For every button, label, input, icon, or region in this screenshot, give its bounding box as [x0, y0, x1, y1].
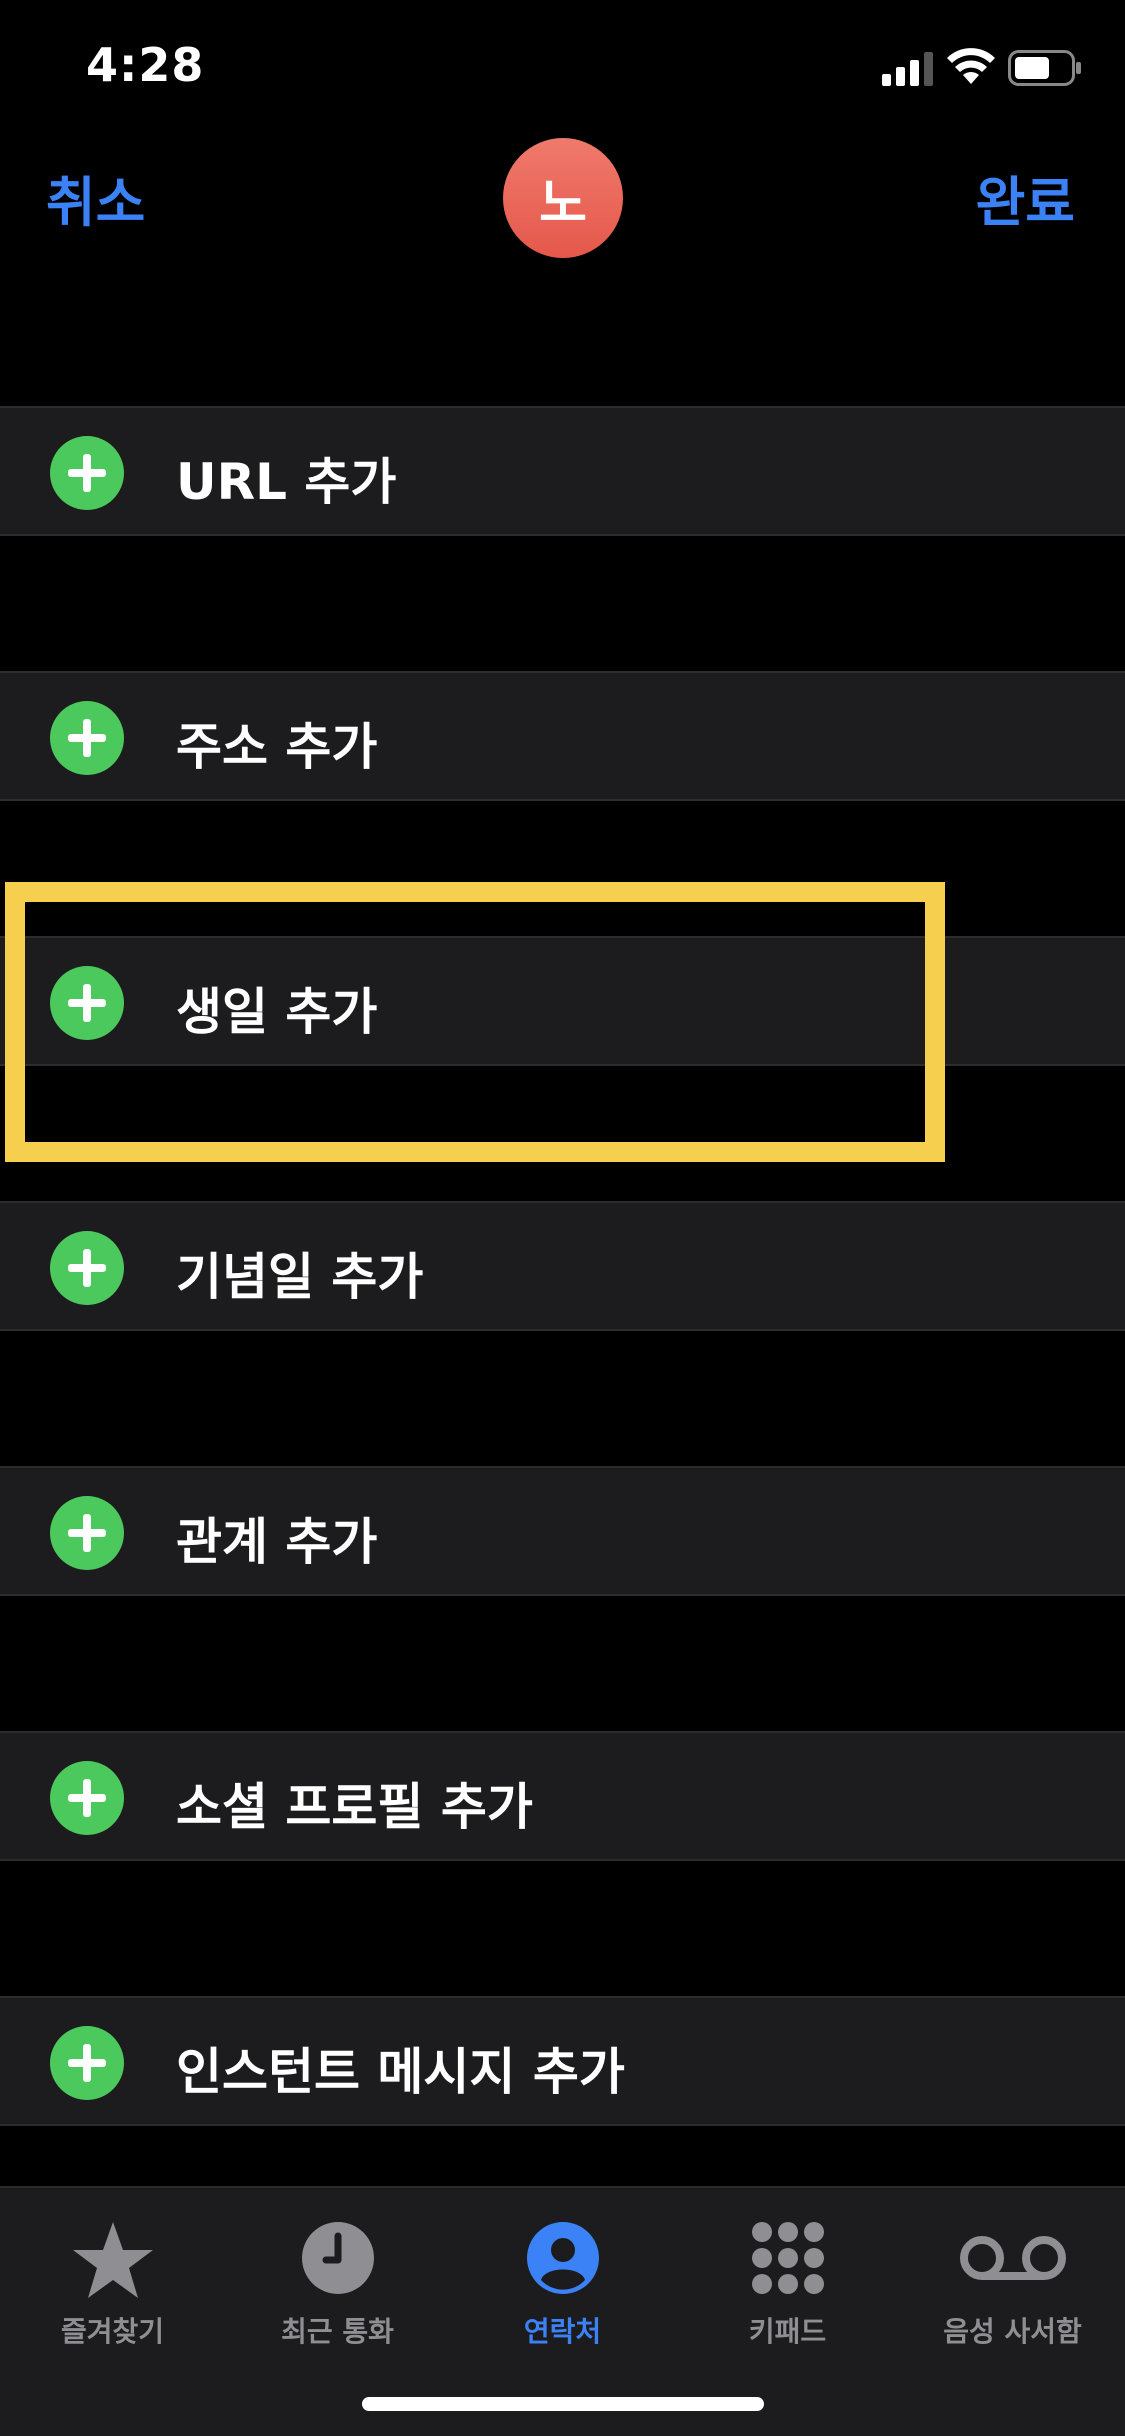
- voicemail-icon: [959, 2236, 1066, 2280]
- row-label: 소셜 프로필 추가: [176, 1778, 533, 1836]
- nav-bar: 취소 노 완료: [0, 132, 1125, 272]
- add-anniversary-row[interactable]: 기념일 추가: [0, 1201, 1125, 1331]
- keypad-icon: [751, 2222, 824, 2294]
- tab-keypad[interactable]: 키패드: [675, 2204, 900, 2348]
- status-time: 4:28: [86, 38, 205, 92]
- row-label: 인스턴트 메시지 추가: [176, 2043, 625, 2101]
- tab-favorites[interactable]: 즐겨찾기: [0, 2204, 225, 2348]
- tab-recents[interactable]: 최근 통화: [225, 2204, 450, 2348]
- avatar[interactable]: 노: [503, 138, 623, 258]
- plus-circle-icon[interactable]: [50, 436, 124, 510]
- tab-voicemail[interactable]: 음성 사서함: [900, 2204, 1125, 2348]
- add-birthday-row[interactable]: 생일 추가: [0, 936, 1125, 1066]
- cancel-button[interactable]: 취소: [46, 158, 145, 237]
- add-url-row[interactable]: URL 추가: [0, 406, 1125, 536]
- add-relationship-row[interactable]: 관계 추가: [0, 1466, 1125, 1596]
- tab-bar: 즐겨찾기 최근 통화 연락처 키패드 음성 사서함: [0, 2186, 1125, 2436]
- row-label: 관계 추가: [176, 1513, 378, 1571]
- tab-label: 키패드: [748, 2315, 827, 2348]
- tab-label: 연락처: [523, 2315, 602, 2348]
- tab-label: 최근 통화: [281, 2315, 394, 2348]
- add-instant-message-row[interactable]: 인스턴트 메시지 추가: [0, 1996, 1125, 2126]
- wifi-icon: [947, 48, 995, 84]
- cellular-signal-icon: [882, 52, 933, 86]
- row-label: 주소 추가: [176, 718, 378, 776]
- plus-circle-icon[interactable]: [50, 1761, 124, 1835]
- star-icon: [72, 2222, 153, 2298]
- tab-label: 음성 사서함: [943, 2315, 1082, 2348]
- home-indicator[interactable]: [362, 2397, 764, 2411]
- person-circle-icon: [526, 2222, 599, 2294]
- plus-circle-icon[interactable]: [50, 2026, 124, 2100]
- plus-circle-icon[interactable]: [50, 966, 124, 1040]
- plus-circle-icon[interactable]: [50, 1496, 124, 1570]
- row-label: 생일 추가: [176, 983, 378, 1041]
- done-button[interactable]: 완료: [976, 158, 1075, 237]
- row-label: 기념일 추가: [176, 1248, 424, 1306]
- plus-circle-icon[interactable]: [50, 701, 124, 775]
- row-label: URL 추가: [176, 453, 397, 511]
- plus-circle-icon[interactable]: [50, 1231, 124, 1305]
- status-bar: 4:28: [0, 0, 1125, 132]
- clock-icon: [301, 2222, 374, 2294]
- battery-icon: [1008, 50, 1081, 86]
- tab-contacts[interactable]: 연락처: [450, 2204, 675, 2348]
- tab-label: 즐겨찾기: [60, 2315, 165, 2348]
- add-social-profile-row[interactable]: 소셜 프로필 추가: [0, 1731, 1125, 1861]
- add-address-row[interactable]: 주소 추가: [0, 671, 1125, 801]
